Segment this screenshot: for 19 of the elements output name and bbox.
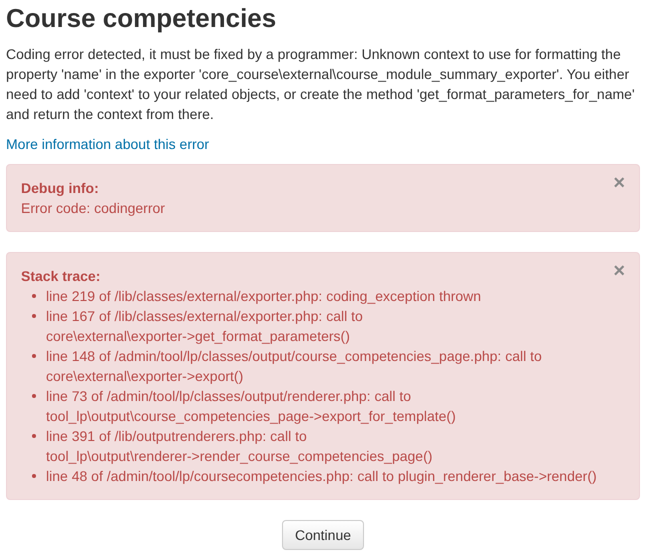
stack-trace-item: line 73 of /admin/tool/lp/classes/output/renderer.php: call to tool_lp\output\course_competencies_page->export_for_template() <box>46 388 456 424</box>
page-title: Course competencies <box>6 2 278 34</box>
bullet-icon <box>32 394 36 398</box>
error-message: Coding error detected, it must be fixed by a programmer: Unknown context to use for formatting the property 'name' in the exporter 'core_course\external\course_module_summary_exporter'. You either need to add 'context' to your related objects, or create the method 'get_format_parameters_for_name' and return the context from there. <box>6 45 636 124</box>
stack-trace-item: line 219 of /lib/classes/external/exporter.php: coding_exception thrown <box>46 288 482 304</box>
bullet-icon <box>32 294 36 298</box>
continue-button[interactable]: Continue <box>282 520 364 550</box>
bullet-icon <box>32 354 36 358</box>
alert-heading: Debug info: <box>21 179 100 198</box>
alert-heading: Stack trace: <box>21 267 102 286</box>
stack-trace-item: line 48 of /admin/tool/lp/coursecompetencies.php: call to plugin_renderer_base->render() <box>46 468 597 484</box>
stack-trace-item: line 167 of /lib/classes/external/exporter.php: call to core\external\exporter->get_format_parameters() <box>46 308 363 344</box>
stack-trace-item: line 148 of /admin/tool/lp/classes/output/course_competencies_page.php: call to core\external\exporter->export() <box>46 348 542 384</box>
stack-trace-item: line 391 of /lib/outputrenderers.php: call to tool_lp\output\renderer->render_course_competencies_page() <box>46 428 432 464</box>
bullet-icon <box>32 314 36 318</box>
more-info-link[interactable]: More information about this error <box>6 136 210 152</box>
alert-text: Error code: codingerror <box>21 199 166 218</box>
bullet-icon <box>32 474 36 478</box>
bullet-icon <box>32 434 36 438</box>
